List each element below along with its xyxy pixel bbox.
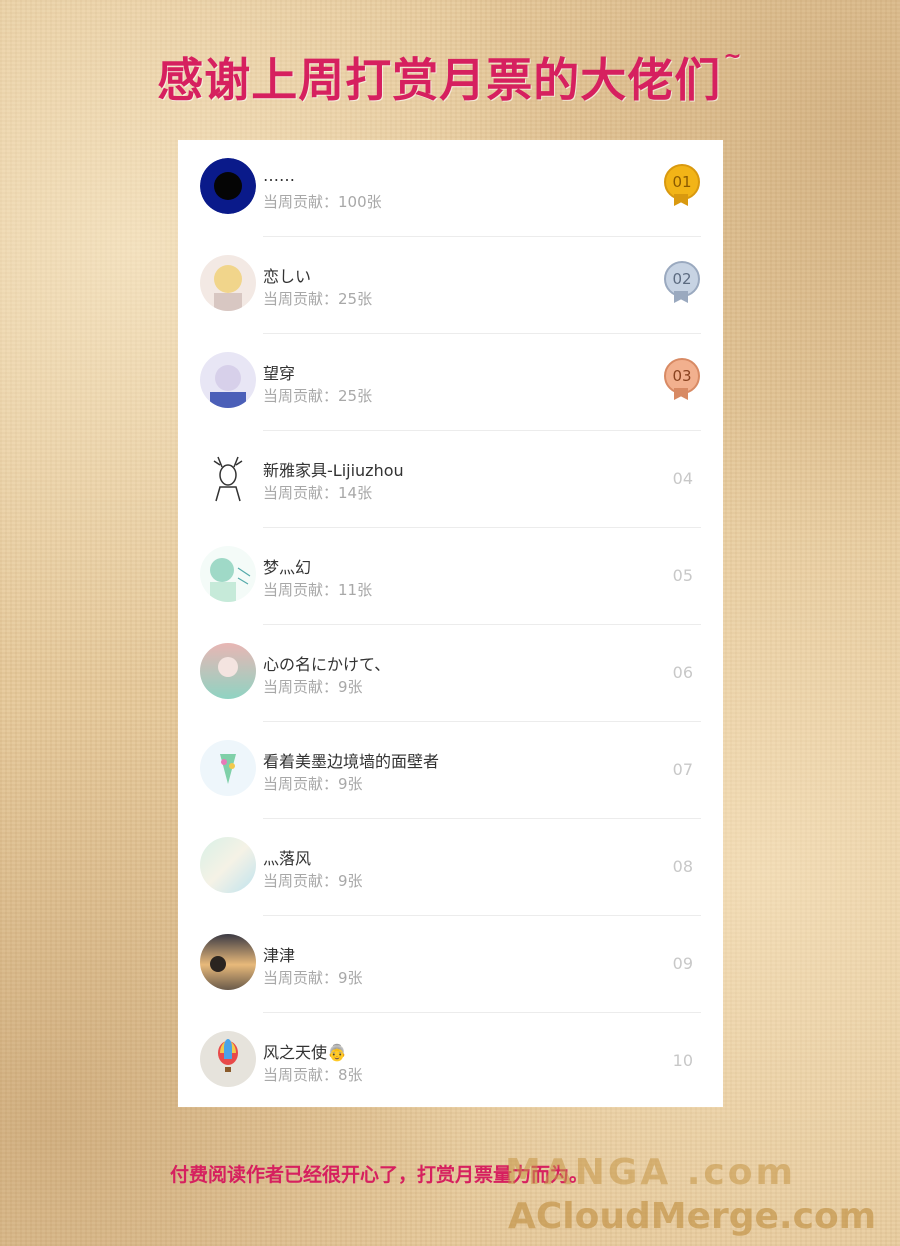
rank-number: 07	[672, 760, 693, 779]
rank-number: 06	[672, 663, 693, 682]
user-name: 心の名にかけて、	[263, 655, 391, 674]
leaderboard-row[interactable]: 恋しい 当周贡献：25张 02	[178, 237, 723, 334]
title-text: 感谢上周打赏月票的大佬们	[157, 53, 722, 107]
contribution-text: 当周贡献：11张	[263, 581, 373, 599]
leaderboard-row[interactable]: 津津 当周贡献：9张 09	[178, 916, 723, 1013]
user-name: 梦灬幻	[263, 558, 312, 577]
leaderboard-row[interactable]: …… 当周贡献：100张 01	[178, 140, 723, 237]
contribution-text: 当周贡献：9张	[263, 775, 363, 793]
title-tilde: ~	[723, 44, 743, 69]
contribution-text: 当周贡献：9张	[263, 969, 363, 987]
user-name: 灬落风	[263, 849, 312, 868]
rank-number: 09	[672, 954, 693, 973]
leaderboard-row[interactable]: 灬落风 当周贡献：9张 08	[178, 819, 723, 916]
user-name: 风之天使👵	[263, 1043, 347, 1062]
user-name: 新雅家具-Lijiuzhou	[263, 461, 404, 480]
avatar[interactable]	[200, 740, 256, 796]
user-name: ……	[263, 166, 295, 185]
rank-number: 04	[672, 469, 693, 488]
avatar[interactable]	[200, 934, 256, 990]
contribution-text: 当周贡献：100张	[263, 193, 382, 211]
gold-medal-icon: 01	[663, 164, 701, 208]
avatar[interactable]	[200, 352, 256, 408]
silver-medal-icon: 02	[663, 261, 701, 305]
avatar[interactable]	[200, 255, 256, 311]
avatar[interactable]	[200, 837, 256, 893]
user-name: 津津	[263, 946, 296, 965]
page-title: 感谢上周打赏月票的大佬们~	[0, 44, 900, 110]
contribution-text: 当周贡献：8张	[263, 1066, 363, 1084]
leaderboard-row[interactable]: 新雅家具-Lijiuzhou 当周贡献：14张 04	[178, 431, 723, 528]
leaderboard-card: …… 当周贡献：100张 01 恋しい 当周贡献：25张 02 望穿 当周贡献：…	[178, 140, 723, 1107]
watermark-acloudmerge: ACloudMerge.com	[508, 1196, 877, 1237]
contribution-text: 当周贡献：25张	[263, 290, 373, 308]
bronze-medal-icon: 03	[663, 358, 701, 402]
user-name: 望穿	[263, 364, 296, 383]
contribution-text: 当周贡献：9张	[263, 678, 363, 696]
rank-number: 10	[672, 1051, 693, 1070]
contribution-text: 当周贡献：14张	[263, 484, 373, 502]
user-name: 恋しい	[263, 267, 312, 286]
watermark-manga: MANGA .com	[505, 1152, 797, 1193]
avatar[interactable]	[200, 1031, 256, 1087]
rank-number: 05	[672, 566, 693, 585]
avatar[interactable]	[200, 449, 256, 505]
leaderboard-row[interactable]: 望穿 当周贡献：25张 03	[178, 334, 723, 431]
avatar[interactable]	[200, 158, 256, 214]
avatar[interactable]	[200, 643, 256, 699]
leaderboard-row[interactable]: 梦灬幻 当周贡献：11张 05	[178, 528, 723, 625]
rank-number: 08	[672, 857, 693, 876]
leaderboard-row[interactable]: 看着美墨边境墙的面壁者 当周贡献：9张 07	[178, 722, 723, 819]
user-name: 看着美墨边境墙的面壁者	[263, 752, 440, 771]
contribution-text: 当周贡献：25张	[263, 387, 373, 405]
avatar[interactable]	[200, 546, 256, 602]
leaderboard-row[interactable]: 心の名にかけて、 当周贡献：9张 06	[178, 625, 723, 722]
leaderboard-row[interactable]: 风之天使👵 当周贡献：8张 10	[178, 1013, 723, 1110]
contribution-text: 当周贡献：9张	[263, 872, 363, 890]
